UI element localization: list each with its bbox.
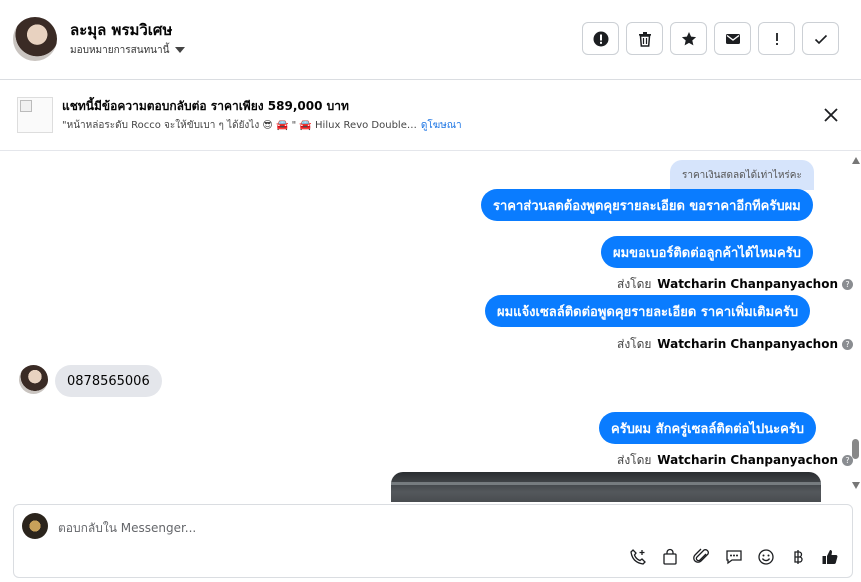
follow-up-button[interactable] xyxy=(758,22,795,55)
outgoing-message[interactable]: ผมแจ้งเซลล์ติดต่อพูดคุยรายละเอียด ราคาเพ… xyxy=(485,295,811,327)
reply-composer: ตอบกลับใน Messenger... xyxy=(13,504,853,578)
assign-conversation-dropdown[interactable]: มอบหมายการสนทนานี้ xyxy=(70,43,186,58)
baht-icon xyxy=(794,550,803,564)
envelope-icon xyxy=(725,33,740,44)
scroll-up-arrow-icon[interactable] xyxy=(852,157,860,164)
outgoing-message[interactable]: ผมขอเบอร์ติดต่อลูกค้าได้ไหมครับ xyxy=(601,236,813,268)
report-button[interactable] xyxy=(582,22,619,55)
trash-icon xyxy=(638,31,651,47)
message-thread: ราคาเงินสดลดได้เท่าไหร่คะ ราคาส่วนลดต้อง… xyxy=(0,152,861,502)
paperclip-icon xyxy=(693,548,709,563)
caret-down-icon xyxy=(175,47,186,53)
close-icon[interactable] xyxy=(822,106,840,124)
payment-button[interactable] xyxy=(788,547,808,567)
sent-by-prefix: ส่งโดย xyxy=(617,277,652,291)
phone-plus-icon xyxy=(630,549,646,565)
sender-name: Watcharin Chanpanyachon xyxy=(657,453,839,467)
conversation-header: ละมุล พรมวิเศษ มอบหมายการสนทนานี้ xyxy=(0,0,861,80)
banner-ad-text: "หน้าหล่อระดับ Rocco จะให้ขับเบา ๆ ได้ยั… xyxy=(62,120,417,131)
thumbs-up-icon xyxy=(822,550,838,564)
sender-name: Watcharin Chanpanyachon xyxy=(657,337,839,351)
photo-attachment[interactable] xyxy=(391,472,821,502)
outgoing-message[interactable]: ราคาส่วนลดต้องพูดคุยรายละเอียด ขอราคาอีก… xyxy=(481,189,813,221)
attach-button[interactable] xyxy=(692,547,712,567)
checkmark-icon xyxy=(814,34,827,44)
smiley-icon xyxy=(758,549,774,565)
contact-name[interactable]: ละมุล พรมวิเศษ xyxy=(70,18,172,42)
ad-reply-banner: แชทนี้มีข้อความตอบกลับต่อ ราคาเพียง 589,… xyxy=(0,81,861,151)
composer-tools xyxy=(628,547,840,567)
mark-unread-button[interactable] xyxy=(714,22,751,55)
incoming-message[interactable]: 0878565006 xyxy=(55,365,162,397)
sent-by-prefix: ส่งโดย xyxy=(617,337,652,351)
scrollbar[interactable] xyxy=(849,152,861,497)
reply-input[interactable]: ตอบกลับใน Messenger... xyxy=(58,519,196,538)
quoted-message[interactable]: ราคาเงินสดลดได้เท่าไหร่คะ xyxy=(670,160,814,190)
sender-name: Watcharin Chanpanyachon xyxy=(657,277,839,291)
star-button[interactable] xyxy=(670,22,707,55)
sent-by-label: ส่งโดย Watcharin Chanpanyachon? xyxy=(617,335,854,354)
banner-subtitle: "หน้าหล่อระดับ Rocco จะให้ขับเบา ๆ ได้ยั… xyxy=(62,118,462,133)
shopping-bag-icon xyxy=(663,548,677,565)
alert-circle-icon xyxy=(593,31,608,46)
page-avatar xyxy=(22,513,48,539)
exclamation-icon xyxy=(775,32,778,45)
conversation-toolbar xyxy=(582,22,839,55)
assign-label: มอบหมายการสนทนานี้ xyxy=(70,45,170,56)
call-button[interactable] xyxy=(628,547,648,567)
chat-bubble-icon xyxy=(726,550,742,565)
shop-button[interactable] xyxy=(660,547,680,567)
emoji-button[interactable] xyxy=(756,547,776,567)
like-button[interactable] xyxy=(820,547,840,567)
ad-thumbnail xyxy=(17,97,53,133)
outgoing-message[interactable]: ครับผม สักครู่เซลล์ติดต่อไปนะครับ xyxy=(599,412,817,444)
scrollbar-thumb[interactable] xyxy=(852,439,859,459)
view-ad-link[interactable]: ดูโฆษณา xyxy=(421,120,462,131)
contact-avatar-small[interactable] xyxy=(19,365,48,394)
scroll-down-arrow-icon[interactable] xyxy=(852,482,860,489)
sent-by-prefix: ส่งโดย xyxy=(617,453,652,467)
star-icon xyxy=(681,31,696,45)
banner-title: แชทนี้มีข้อความตอบกลับต่อ ราคาเพียง 589,… xyxy=(62,99,349,113)
sent-by-label: ส่งโดย Watcharin Chanpanyachon? xyxy=(617,275,854,294)
delete-button[interactable] xyxy=(626,22,663,55)
saved-replies-button[interactable] xyxy=(724,547,744,567)
mark-done-button[interactable] xyxy=(802,22,839,55)
sent-by-label: ส่งโดย Watcharin Chanpanyachon? xyxy=(617,451,854,470)
contact-avatar[interactable] xyxy=(13,17,57,61)
